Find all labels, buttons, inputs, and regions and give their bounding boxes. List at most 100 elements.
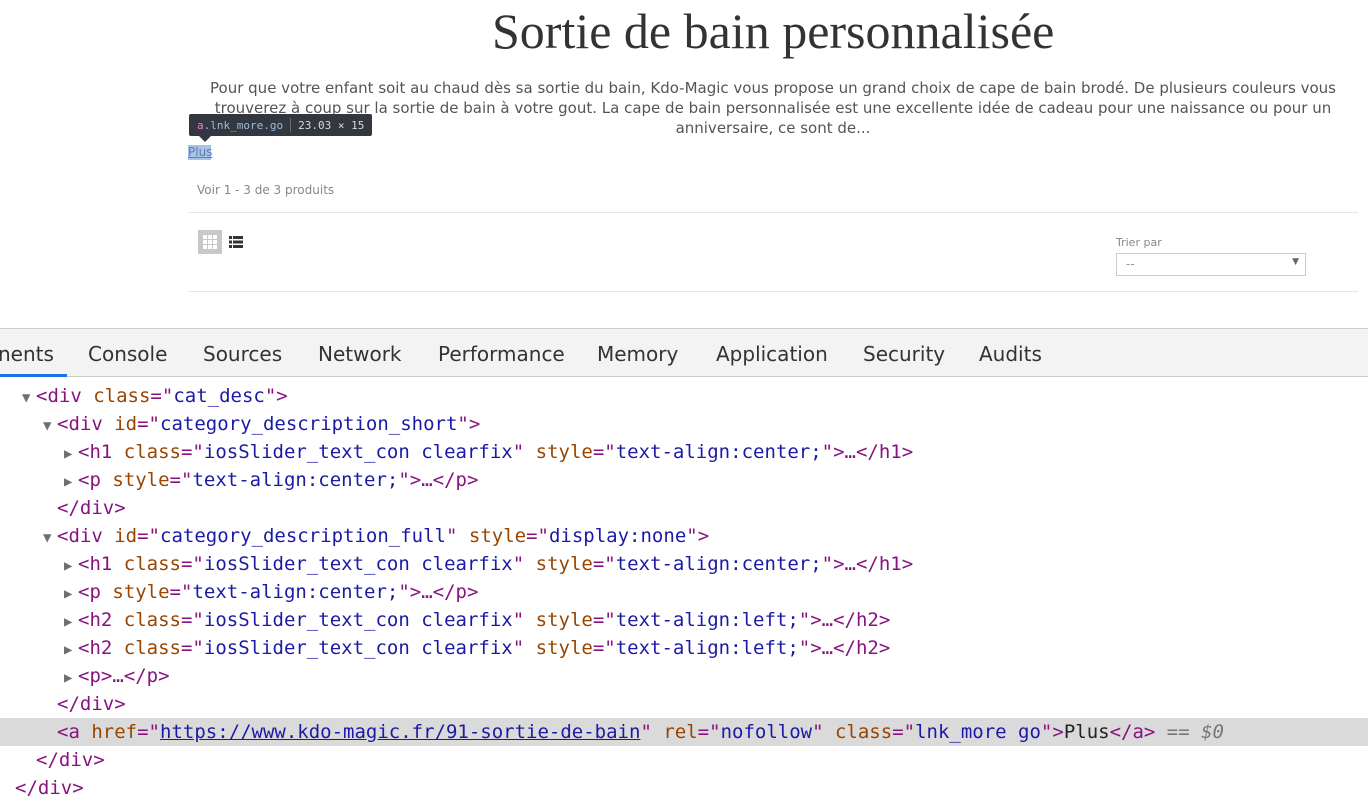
expand-triangle-closed-icon[interactable]: ▶ (64, 664, 78, 692)
dom-tag: <p (78, 469, 101, 491)
dom-attr-value: nofollow (720, 721, 813, 743)
console-reference: == $0 (1155, 721, 1224, 743)
grid-view-icon (203, 235, 217, 249)
sort-select[interactable]: -- ▼ (1116, 253, 1306, 276)
expand-triangle-closed-icon[interactable]: ▶ (64, 608, 78, 636)
dom-attr-name: style (535, 441, 593, 463)
grid-view-button[interactable] (198, 230, 222, 254)
dom-node[interactable]: ▶ <p style="text-align:center;">…</p> (0, 578, 1368, 606)
tab-sources[interactable]: Sources (203, 329, 282, 377)
dom-node[interactable]: ▶ <h1 class="iosSlider_text_con clearfix"… (0, 438, 1368, 466)
divider (188, 212, 1358, 213)
dom-node[interactable]: ▶ <p>…</p> (0, 662, 1368, 690)
dom-attr-value: iosSlider_text_con clearfix (203, 441, 513, 463)
dom-attr-value: lnk_more go (915, 721, 1041, 743)
tab-application[interactable]: Application (716, 329, 828, 377)
inspect-tooltip: a.lnk_more.go 23.03 × 15 (189, 114, 373, 142)
dom-tag: <div (57, 413, 103, 435)
expand-triangle-open-icon[interactable]: ▼ (22, 384, 36, 412)
dom-attr-value: category_description_short (160, 413, 458, 435)
dom-tag: <h2 (78, 609, 113, 631)
dom-attr-name: class (123, 553, 181, 575)
dom-attr-value: text-align:center; (615, 553, 822, 575)
dom-attr-value: text-align:left; (615, 609, 799, 631)
dom-tag: <div (57, 525, 103, 547)
dom-attr-name: class (123, 637, 181, 659)
dom-attr-value: text-align:left; (615, 637, 799, 659)
dom-attr-name: id (114, 413, 138, 435)
element-dimensions: 23.03 × 15 (298, 118, 365, 132)
dom-node[interactable]: ▶ <p style="text-align:center;">…</p> (0, 466, 1368, 494)
dom-tag: <p (78, 665, 101, 687)
expand-triangle-closed-icon[interactable]: ▶ (64, 636, 78, 664)
dom-node[interactable]: ▼ <div id="category_description_full" sty… (0, 522, 1368, 550)
dom-attr-name: style (535, 609, 593, 631)
dom-attr-name: class (123, 441, 181, 463)
dom-attr-name: style (112, 581, 170, 603)
tab-elements[interactable]: nents (0, 329, 67, 377)
expand-triangle-open-icon[interactable]: ▼ (43, 524, 57, 552)
dom-tag: </div> (15, 777, 84, 799)
dom-node[interactable]: ▶ <h2 class="iosSlider_text_con clearfix"… (0, 634, 1368, 662)
dom-node[interactable]: ▼ <div class="cat_desc"> (0, 382, 1368, 410)
tab-security[interactable]: Security (863, 329, 945, 377)
dom-attr-value: iosSlider_text_con clearfix (203, 609, 513, 631)
dom-attr-name: style (468, 525, 527, 547)
devtools-tabbar: nents Console Sources Network Performanc… (0, 328, 1368, 377)
dom-node[interactable]: </div> (0, 690, 1368, 718)
list-view-button[interactable] (224, 230, 248, 254)
dom-node[interactable]: </div> (0, 774, 1368, 802)
dom-attr-name: style (535, 637, 593, 659)
expand-triangle-closed-icon[interactable]: ▶ (64, 580, 78, 608)
dom-node[interactable]: ▶ <h1 class="iosSlider_text_con clearfix"… (0, 550, 1368, 578)
dom-attr-value: text-align:center; (615, 441, 822, 463)
expand-triangle-closed-icon[interactable]: ▶ (64, 468, 78, 496)
more-link[interactable]: Plus (188, 145, 212, 160)
dom-node[interactable]: ▶ <h2 class="iosSlider_text_con clearfix"… (0, 606, 1368, 634)
dom-attr-name: rel (663, 721, 698, 743)
tab-network[interactable]: Network (318, 329, 402, 377)
tab-console[interactable]: Console (88, 329, 167, 377)
dom-tag: </div> (57, 497, 126, 519)
dom-attr-value: iosSlider_text_con clearfix (203, 637, 513, 659)
product-count: Voir 1 - 3 de 3 produits (197, 183, 335, 197)
divider (188, 291, 1358, 292)
dom-tag: <p (78, 581, 101, 603)
dom-attr-value: cat_desc (173, 385, 265, 407)
dom-node[interactable]: </div> (0, 494, 1368, 522)
dom-node[interactable]: </div> (0, 746, 1368, 774)
tab-performance[interactable]: Performance (438, 329, 565, 377)
dom-href-link[interactable]: https://www.kdo-magic.fr/91-sortie-de-ba… (160, 721, 640, 743)
expand-triangle-closed-icon[interactable]: ▶ (64, 440, 78, 468)
dom-attr-name: style (112, 469, 170, 491)
list-view-icon (229, 236, 243, 248)
sort-label: Trier par (1116, 236, 1162, 249)
dom-attr-name: class (93, 385, 151, 407)
dom-attr-value[interactable]: https://www.kdo-magic.fr/91-sortie-de-ba… (160, 721, 640, 743)
sort-select-value: -- (1126, 257, 1135, 271)
dom-attr-value: text-align:center; (192, 469, 399, 491)
dom-tag: </div> (36, 749, 105, 771)
dom-tag: <h1 (78, 441, 113, 463)
dom-tree: ▼ <div class="cat_desc"> ▼ <div id="categor… (0, 377, 1368, 805)
expand-triangle-closed-icon[interactable]: ▶ (64, 552, 78, 580)
dom-tag: <h2 (78, 637, 113, 659)
tab-audits[interactable]: Audits (979, 329, 1042, 377)
dom-attr-value: display:none (548, 525, 687, 547)
chevron-down-icon: ▼ (1292, 257, 1299, 267)
expand-triangle-open-icon[interactable]: ▼ (43, 412, 57, 440)
dom-tag: <div (36, 385, 82, 407)
tab-memory[interactable]: Memory (597, 329, 678, 377)
devtools-panel: nents Console Sources Network Performanc… (0, 328, 1368, 805)
dom-node[interactable]: ▼ <div id="category_description_short"> (0, 410, 1368, 438)
dom-tag: <h1 (78, 553, 113, 575)
dom-attr-name: id (114, 525, 138, 547)
dom-attr-name: href (91, 721, 138, 743)
dom-attr-value: text-align:center; (192, 581, 399, 603)
dom-attr-value: iosSlider_text_con clearfix (203, 553, 513, 575)
dom-node-selected[interactable]: <a href="https://www.kdo-magic.fr/91-sor… (0, 718, 1368, 746)
